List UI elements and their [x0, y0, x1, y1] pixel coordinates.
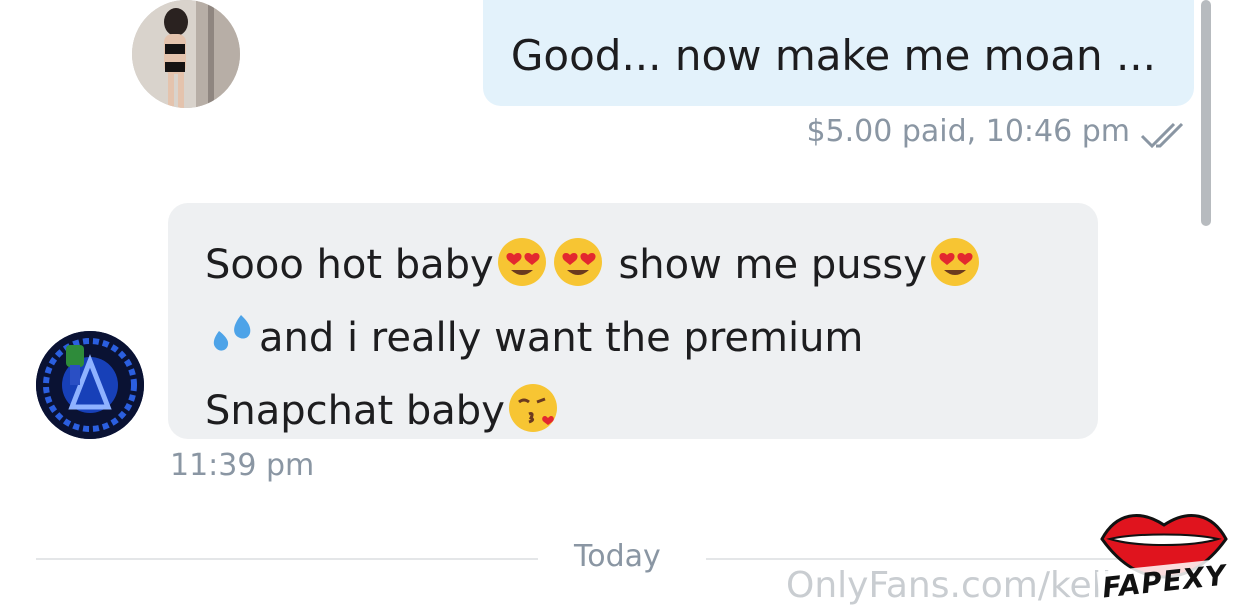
- sender-avatar[interactable]: [132, 0, 240, 108]
- incoming-message-bubble[interactable]: Sooo hot baby show me pussy and i really…: [168, 203, 1098, 439]
- outgoing-message-bubble[interactable]: Good... now make me moan ...: [483, 0, 1194, 106]
- recipient-avatar[interactable]: [36, 331, 144, 439]
- avatar-logo-icon: [36, 331, 144, 439]
- heart-eyes-emoji-icon: [552, 236, 604, 307]
- incoming-line-1: Sooo hot baby: [205, 242, 494, 288]
- incoming-line-1b: show me pussy: [618, 242, 927, 288]
- incoming-message-time: 11:39 pm: [170, 448, 315, 483]
- divider-line-left: [36, 558, 538, 560]
- scrollbar-thumb[interactable]: [1201, 0, 1211, 226]
- watermark-text: OnlyFans.com/keli: [786, 565, 1112, 606]
- incoming-message-text: Sooo hot baby show me pussy and i really…: [205, 234, 1075, 453]
- face-blowing-kiss-emoji-icon: [507, 382, 559, 453]
- incoming-line-2: and i really want the premium: [259, 315, 864, 361]
- heart-eyes-emoji-icon: [929, 236, 981, 307]
- incoming-line-3: Snapchat baby: [205, 388, 505, 434]
- outgoing-message-text: Good... now make me moan ...: [510, 31, 1156, 80]
- double-check-icon: [1140, 122, 1184, 149]
- sweat-droplets-emoji-icon: [207, 311, 257, 380]
- outgoing-message-meta: $5.00 paid, 10:46 pm: [806, 114, 1130, 149]
- heart-eyes-emoji-icon: [496, 236, 548, 307]
- avatar-photo-icon: [132, 0, 240, 108]
- date-divider-label: Today: [574, 539, 661, 574]
